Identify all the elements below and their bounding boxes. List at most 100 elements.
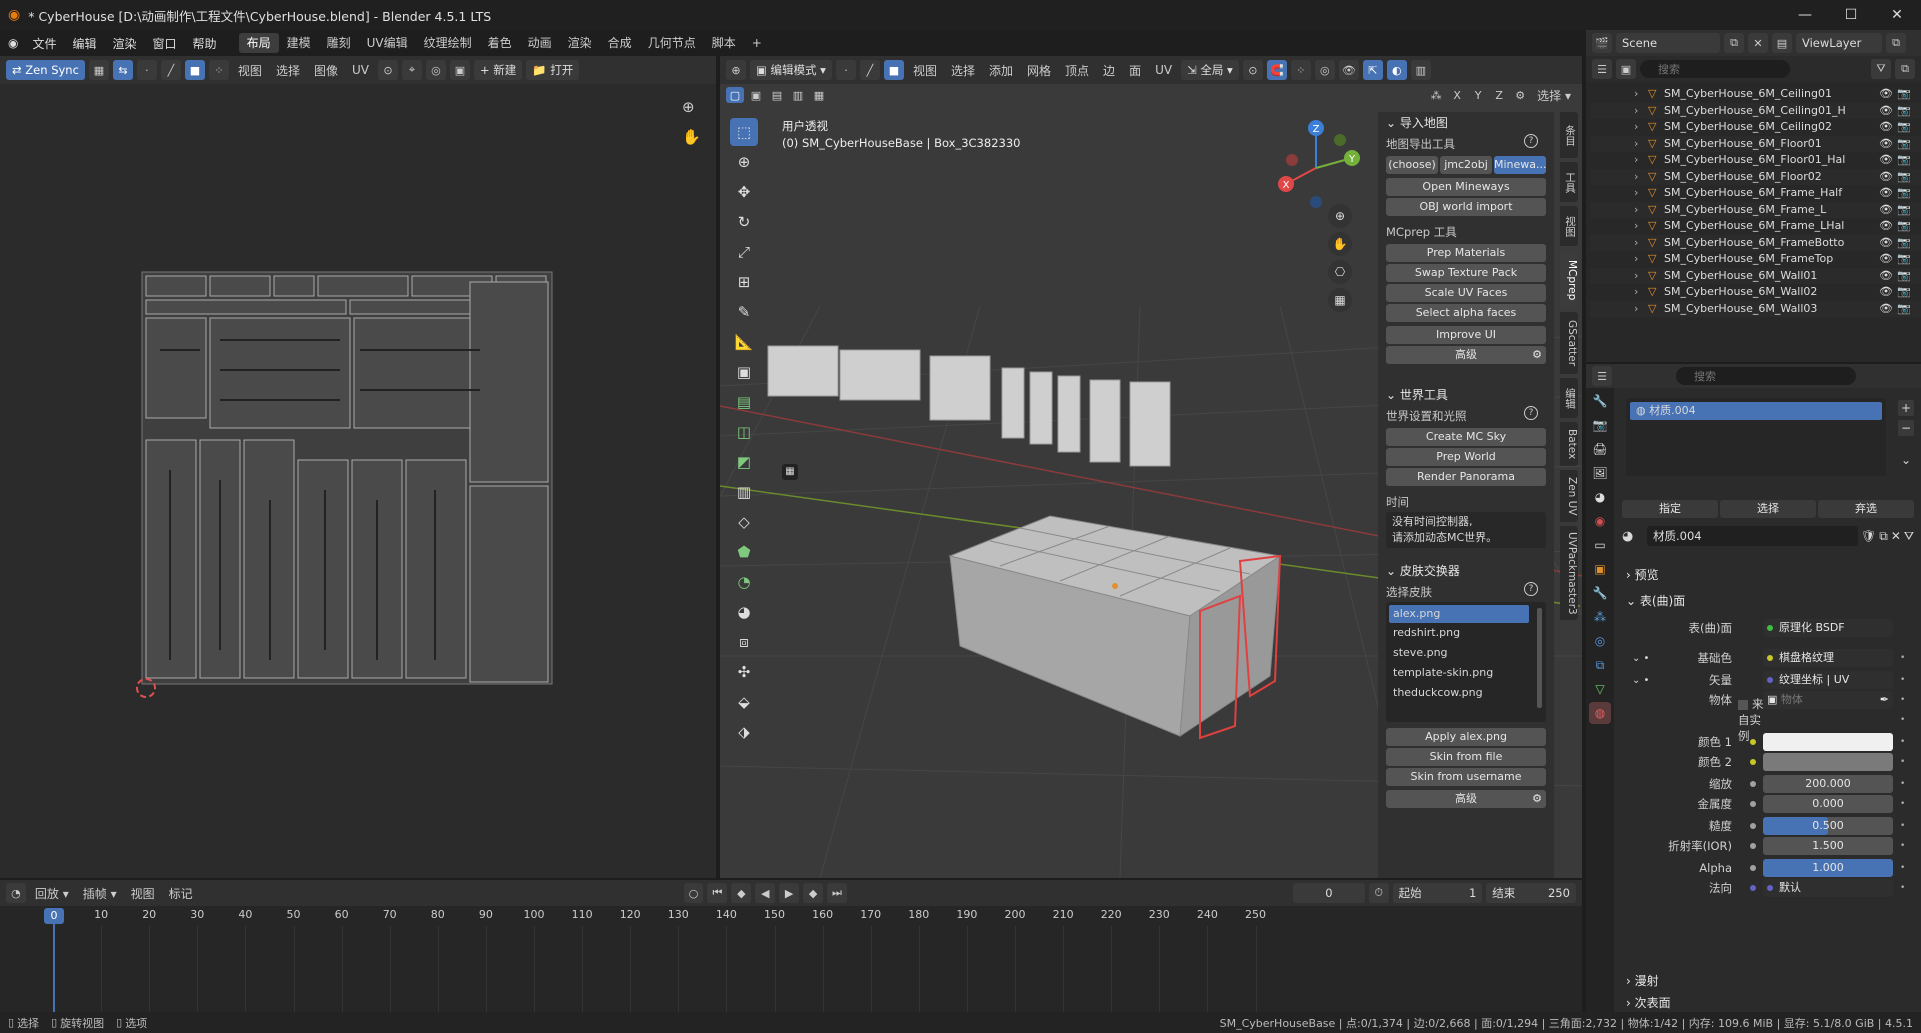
visibility-eye-icon[interactable]: 👁 — [1879, 251, 1893, 268]
tab-batex[interactable]: Batex — [1560, 422, 1578, 466]
shader-input-field[interactable]: 棋盘格纹理 — [1763, 649, 1893, 667]
visibility-eye-icon[interactable]: 👁 — [1879, 86, 1893, 103]
apply-skin-button[interactable]: Apply alex.png — [1386, 728, 1546, 746]
face-mode-icon[interactable]: ■ — [883, 60, 904, 80]
maximize-button[interactable]: ☐ — [1828, 0, 1874, 30]
shader-input-field[interactable]: 1.000 — [1763, 859, 1893, 877]
keyframe-dot-icon[interactable]: • — [1900, 799, 1905, 809]
visibility-eye-icon[interactable]: 👁 — [1879, 119, 1893, 136]
visibility-eye-icon[interactable]: 👁 — [1879, 136, 1893, 153]
menu-render[interactable]: 渲染 — [105, 35, 145, 52]
skin-list-item[interactable]: alex.png — [1389, 605, 1529, 623]
exporter-mineways[interactable]: Minewa... — [1494, 156, 1546, 174]
obj-world-import-button[interactable]: OBJ world import — [1386, 198, 1546, 216]
shader-input-field[interactable]: 0.000 — [1763, 795, 1893, 813]
outliner-item[interactable]: › ▽ SM_CyberHouse_6M_Floor01_Hal 👁 📷 — [1590, 152, 1921, 169]
visibility-eye-icon[interactable]: 👁 — [1879, 169, 1893, 186]
tab-tool[interactable]: 工具 — [1560, 162, 1578, 202]
duplicate-material-icon[interactable]: ⧉ — [1879, 529, 1888, 544]
playhead-frame-badge[interactable]: 0 — [44, 908, 64, 924]
tab-modeling[interactable]: 建模 — [279, 33, 319, 53]
start-frame-field[interactable]: 起始 1 — [1392, 883, 1483, 903]
uv-menu-view[interactable]: 视图 — [233, 62, 267, 79]
remove-slot-button[interactable]: − — [1898, 420, 1914, 436]
render-camera-icon[interactable]: 📷 — [1897, 251, 1911, 268]
transform-orientation-dropdown[interactable]: ⇲ 全局 ▾ — [1181, 60, 1239, 80]
jump-start-icon[interactable]: ⏮ — [707, 883, 728, 903]
vp-menu-select[interactable]: 选择 — [946, 62, 980, 79]
pan-view-icon[interactable]: ✋ — [1328, 232, 1352, 256]
outliner-editor-icon[interactable]: ☰ — [1592, 59, 1612, 79]
shader-input-field[interactable]: 纹理坐标 | UV — [1763, 671, 1893, 689]
select-intersect-icon[interactable]: ▦ — [810, 87, 828, 103]
world-section-header[interactable]: ⌄ 世界工具 — [1386, 384, 1546, 406]
render-camera-icon[interactable]: 📷 — [1897, 152, 1911, 169]
uv-editor-type-icon[interactable]: ▦ — [88, 60, 109, 80]
material-tab-icon[interactable]: ◍ — [1589, 702, 1611, 724]
skin-section-header[interactable]: ⌄ 皮肤交换器 — [1386, 560, 1546, 582]
data-tab-icon[interactable]: ▽ — [1589, 678, 1611, 700]
world-tab-icon[interactable]: ◉ — [1589, 510, 1611, 532]
tab-scripting[interactable]: 脚本 — [704, 33, 744, 53]
gizmo-toggle-icon[interactable]: ⇱ — [1362, 60, 1383, 80]
mode-dropdown[interactable]: ▣ 编辑模式 ▾ — [750, 60, 832, 80]
menu-edit[interactable]: 编辑 — [65, 35, 105, 52]
new-collection-icon[interactable]: ⧉ — [1895, 59, 1915, 79]
snap-toggle-icon[interactable]: 🧲 — [1266, 60, 1287, 80]
material-slot-list[interactable]: ◍ 材质.004 — [1626, 398, 1886, 476]
pivot-icon[interactable]: ⊙ — [377, 60, 398, 80]
spin-tool-icon[interactable]: ◔ — [730, 568, 758, 596]
zen-sync-button[interactable]: ⇄ Zen Sync — [6, 60, 85, 80]
preview-range-icon[interactable]: ⏱ — [1368, 883, 1389, 903]
unlink-material-icon[interactable]: ✕ — [1891, 529, 1901, 543]
vp-menu-face[interactable]: 面 — [1124, 62, 1146, 79]
cursor-tool-icon[interactable]: ⊕ — [730, 148, 758, 176]
new-scene-icon[interactable]: ⧉ — [1724, 33, 1744, 53]
timeline-menu-playback[interactable]: 回放 ▾ — [30, 885, 74, 902]
properties-search-input[interactable] — [1676, 367, 1856, 385]
vp-menu-add[interactable]: 添加 — [984, 62, 1018, 79]
skin-list-item[interactable]: steve.png — [1389, 643, 1543, 663]
render-tab-icon[interactable]: 📷 — [1589, 414, 1611, 436]
tab-uvpackmaster[interactable]: UVPackmaster3 — [1560, 526, 1578, 620]
keyframe-dot-icon[interactable]: • — [1900, 737, 1905, 747]
scene-selector[interactable]: Scene — [1616, 33, 1720, 53]
outliner-item[interactable]: › ▽ SM_CyberHouse_6M_Frame_LHal 👁 📷 — [1590, 218, 1921, 235]
display-mode-icon[interactable]: ▣ — [1616, 59, 1636, 79]
minimize-button[interactable]: — — [1782, 0, 1828, 30]
preview-panel-header[interactable]: › 预览 — [1626, 564, 1659, 586]
bevel-tool-icon[interactable]: ◩ — [730, 448, 758, 476]
checkbox-icon[interactable] — [1738, 699, 1748, 710]
add-workspace-button[interactable]: + — [744, 33, 770, 53]
vp-menu-mesh[interactable]: 网格 — [1022, 62, 1056, 79]
shader-input-field[interactable] — [1763, 733, 1893, 751]
timeline-area[interactable] — [0, 926, 1582, 1012]
import-section-header[interactable]: ⌄ 导入地图 — [1386, 112, 1546, 134]
uv-layout[interactable] — [140, 270, 556, 690]
island-select-icon[interactable]: ⁘ — [208, 60, 229, 80]
tool-tab-icon[interactable]: 🔧 — [1589, 390, 1611, 412]
expand-arrow-icon[interactable]: › — [1634, 301, 1648, 318]
expand-arrow-icon[interactable]: › — [1634, 268, 1648, 285]
vertex-mode-icon[interactable]: · — [835, 60, 856, 80]
visibility-icon[interactable]: 👁 — [1338, 60, 1359, 80]
knife-tool-icon[interactable]: ◇ — [730, 508, 758, 536]
mcprep-advanced-toggle[interactable]: 高级 ⚙ — [1386, 346, 1546, 364]
tab-view[interactable]: 视图 — [1560, 206, 1578, 246]
expand-arrow-icon[interactable]: › — [1634, 284, 1648, 301]
visibility-eye-icon[interactable]: 👁 — [1879, 301, 1893, 318]
exporter-jmc2obj[interactable]: jmc2obj — [1440, 156, 1492, 174]
edge-select-icon[interactable]: ╱ — [160, 60, 181, 80]
mirror-z-button[interactable]: Z — [1490, 87, 1509, 103]
menu-window[interactable]: 窗口 — [145, 35, 185, 52]
timeline-menu-view[interactable]: 视图 — [126, 885, 160, 902]
delete-scene-icon[interactable]: ✕ — [1748, 33, 1768, 53]
open-mineways-button[interactable]: Open Mineways — [1386, 178, 1546, 196]
mcprep-overlay-icon[interactable]: ▦ — [782, 464, 798, 480]
outliner-item[interactable]: › ▽ SM_CyberHouse_6M_Wall02 👁 📷 — [1590, 284, 1921, 301]
uv-menu-select[interactable]: 选择 — [271, 62, 305, 79]
menu-help[interactable]: 帮助 — [185, 35, 225, 52]
shader-input-field[interactable]: 默认 — [1763, 879, 1893, 897]
timeline-menu-keying[interactable]: 插帧 ▾ — [78, 885, 122, 902]
tab-mcprep[interactable]: MCprep — [1560, 252, 1578, 308]
